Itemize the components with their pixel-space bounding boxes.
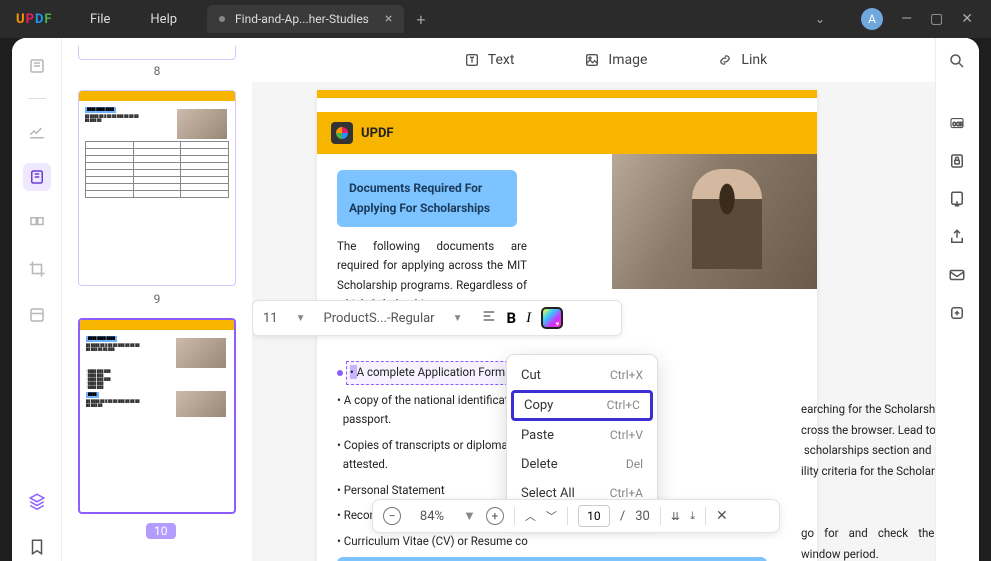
font-size-select[interactable]: 11 [263,311,278,326]
thumb-num-9: 9 [78,292,236,306]
app-logo: UPDF [0,12,80,27]
jump-down-button[interactable]: ⇊ [671,510,680,523]
document-tab[interactable]: Find-and-Ap...her-Studies × [207,5,404,33]
ctx-delete[interactable]: DeleteDel [507,450,657,479]
page-nav-bar: − 84% ▼ + ︿ ﹀ /30 ⇊ ⤓ ✕ [372,499,780,533]
prev-page-button[interactable]: ︿ [525,508,536,524]
menu-file[interactable]: File [90,12,110,27]
share-icon[interactable] [948,228,968,248]
font-family-select[interactable]: ProductS...-Regular [324,311,435,326]
align-icon[interactable] [481,308,497,328]
document-photo [612,154,817,289]
edit-tab-text[interactable]: Text [464,52,515,68]
protect-icon[interactable] [948,152,968,172]
zoom-out-button[interactable]: − [383,507,401,525]
edit-tab-link[interactable]: Link [717,52,767,68]
nav-close-button[interactable]: ✕ [716,508,728,524]
annotate-tool-icon[interactable] [23,117,51,145]
maximize-icon[interactable]: ▢ [930,11,943,27]
bookmark-icon[interactable] [23,533,51,561]
redact-tool-icon[interactable] [23,301,51,329]
chevron-down-icon[interactable]: ⌄ [815,12,825,26]
edit-tab-image[interactable]: Image [584,52,647,68]
search-icon[interactable] [948,52,968,72]
edit-tool-icon[interactable] [23,163,51,191]
reader-tool-icon[interactable] [23,52,51,80]
bold-button[interactable]: B [507,309,517,327]
svg-text:OCR: OCR [952,122,963,128]
crop-tool-icon[interactable] [23,255,51,283]
jump-bottom-button[interactable]: ⤓ [690,509,695,523]
ocr-icon[interactable]: OCR [948,114,968,134]
text-color-button[interactable] [541,307,563,329]
text-format-bar: 11▼ ProductS...-Regular▼ B I [252,300,622,336]
tab-close-icon[interactable]: × [385,11,392,27]
bullet-item: • Curriculum Vitae (CV) or Resume co [337,532,797,552]
sign-icon[interactable] [948,190,968,210]
page-total: 30 [635,509,650,524]
context-menu: CutCtrl+X CopyCtrl+C PasteCtrl+V DeleteD… [506,354,658,515]
page-input[interactable] [578,505,610,527]
thumbnails-panel: 8 ████ ████ ████ ██ ████ ██ █ ██ ██ ███ … [62,38,252,561]
new-tab-button[interactable]: + [416,10,425,29]
organize-tool-icon[interactable] [23,209,51,237]
ctx-copy[interactable]: CopyCtrl+C [511,390,653,421]
layers-icon[interactable] [23,487,51,515]
updf-doc-logo [331,122,353,144]
italic-button[interactable]: I [526,310,531,327]
user-avatar[interactable]: A [861,8,883,30]
ctx-cut[interactable]: CutCtrl+X [507,361,657,390]
section-heading-badge-2 [337,557,767,561]
zoom-level[interactable]: 84% [411,509,453,524]
mail-icon[interactable] [948,266,968,286]
next-page-button[interactable]: ﹀ [546,508,557,524]
thumbnail-9[interactable]: ████ ████ ████ ██ ████ ██ █ ██ ██ ███ ██… [78,90,236,286]
minimize-icon[interactable]: — [901,11,912,27]
close-icon[interactable]: ✕ [961,11,973,27]
zoom-in-button[interactable]: + [486,507,504,525]
thumbnail-10[interactable]: ████ ████ ████ ██ ████ ██ █ ██ ██ ███ ██… [78,318,236,514]
thumb-num-8: 8 [78,64,236,78]
ctx-paste[interactable]: PasteCtrl+V [507,421,657,450]
section-heading-badge: Documents Required For Applying For Scho… [337,170,517,227]
tab-title: Find-and-Ap...her-Studies [235,12,369,26]
export-icon[interactable] [948,304,968,324]
thumb-num-10: 10 [78,520,236,551]
menu-help[interactable]: Help [150,12,177,27]
